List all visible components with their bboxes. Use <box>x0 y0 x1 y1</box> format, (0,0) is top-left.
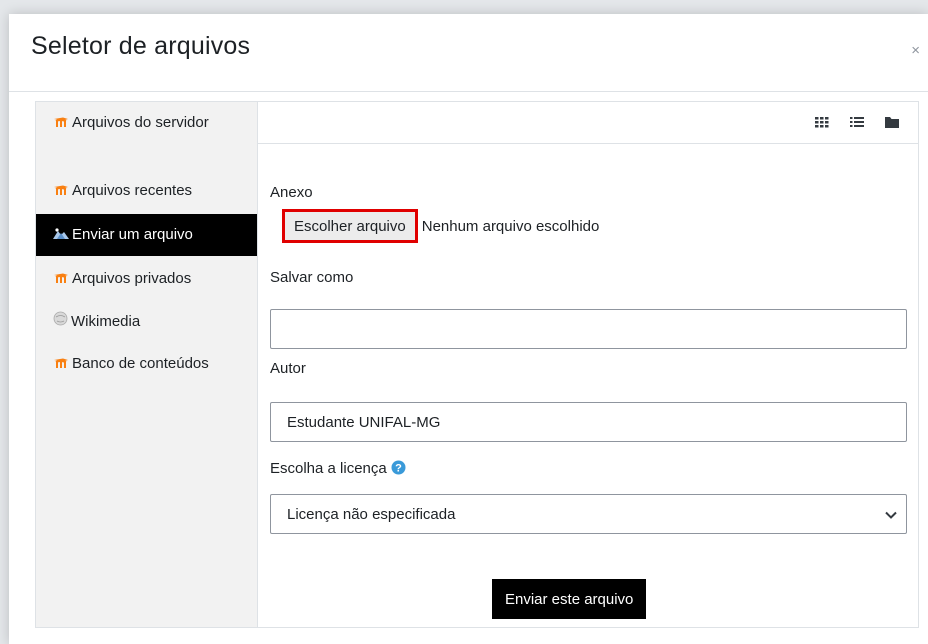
dialog-header: Seletor de arquivos × <box>9 14 928 92</box>
upload-content: Anexo Escolher arquivo Nenhum arquivo es… <box>257 102 918 627</box>
sidebar-item-content-bank[interactable]: Banco de conteúdos <box>36 353 257 375</box>
upload-file-button[interactable]: Enviar este arquivo <box>492 579 647 619</box>
help-icon[interactable]: ? <box>391 460 406 479</box>
license-label-row: Escolha a licença? <box>270 460 406 479</box>
sidebar-item-server-files[interactable]: Arquivos do servidor <box>36 112 257 134</box>
close-button[interactable]: × <box>911 42 920 59</box>
license-select-value: Licença não especificada <box>287 505 456 523</box>
sidebar-item-label: Wikimedia <box>71 313 141 330</box>
moodle-icon <box>53 353 69 375</box>
list-view-icon[interactable] <box>847 112 867 132</box>
sidebar-item-private-files[interactable]: Arquivos privados <box>36 268 257 290</box>
repository-sidebar: Arquivos do servidor Arquivos recentes E… <box>36 102 257 627</box>
chevron-down-icon <box>884 508 898 526</box>
folder-view-icon[interactable] <box>882 112 902 132</box>
moodle-icon <box>53 112 69 134</box>
sidebar-item-label: Arquivos recentes <box>72 182 193 199</box>
license-select[interactable]: Licença não especificada <box>270 494 907 534</box>
view-toolbar <box>258 102 918 144</box>
attachment-label: Anexo <box>270 184 313 201</box>
file-picker-dialog: Seletor de arquivos × Arquivos do servid… <box>9 14 928 644</box>
sidebar-item-label: Banco de conteúdos <box>72 355 209 372</box>
moodle-icon <box>53 180 69 202</box>
save-as-label: Salvar como <box>270 269 354 286</box>
svg-text:?: ? <box>395 463 402 475</box>
file-input-row: Escolher arquivo Nenhum arquivo escolhid… <box>282 209 599 243</box>
sidebar-item-label: Arquivos privados <box>72 270 192 287</box>
choose-file-button[interactable]: Escolher arquivo <box>282 209 418 243</box>
sidebar-item-wikimedia[interactable]: Wikimedia <box>36 311 257 333</box>
license-label: Escolha a licença <box>270 460 387 477</box>
author-input[interactable] <box>270 402 907 442</box>
save-as-input[interactable] <box>270 309 907 349</box>
no-file-text: Nenhum arquivo escolhido <box>421 217 600 235</box>
wikimedia-icon <box>53 311 68 333</box>
sidebar-item-upload-file[interactable]: Enviar um arquivo <box>36 214 257 256</box>
grid-view-icon[interactable] <box>812 112 832 132</box>
author-label: Autor <box>270 360 306 377</box>
sidebar-item-label: Arquivos do servidor <box>72 114 209 131</box>
upload-icon <box>53 214 69 256</box>
dialog-title: Seletor de arquivos <box>31 32 251 60</box>
file-picker-panel: Arquivos do servidor Arquivos recentes E… <box>35 101 919 628</box>
moodle-icon <box>53 268 69 290</box>
sidebar-item-label: Enviar um arquivo <box>72 226 193 243</box>
sidebar-item-recent-files[interactable]: Arquivos recentes <box>36 180 257 202</box>
